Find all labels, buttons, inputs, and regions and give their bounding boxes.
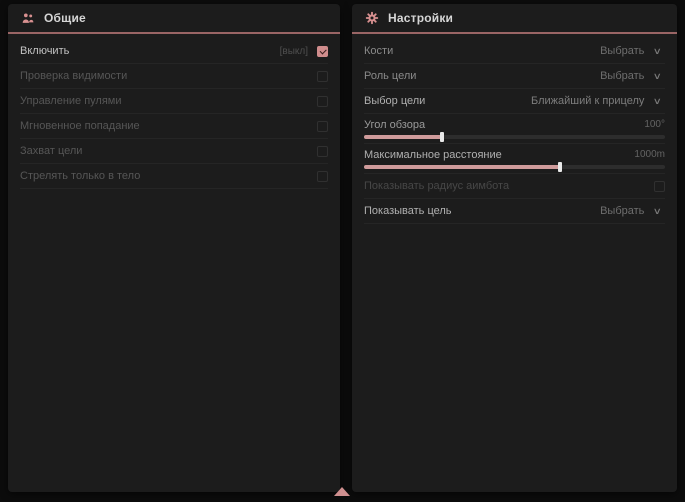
panel-settings-title: Настройки [388,11,453,25]
row-enable-checkbox[interactable] [317,46,328,57]
panel-settings-header: Настройки [352,4,677,34]
panel-general-title: Общие [44,11,86,25]
panel-general-body: Включить [выкл] Проверка видимости Управ… [8,34,340,189]
row-bullet-control[interactable]: Управление пулями [20,89,328,114]
row-show-target-dropdown[interactable]: Выбрать ∨ [596,202,665,220]
row-fov-label: Угол обзора [364,119,425,131]
max-distance-slider-fill [364,165,560,169]
row-body-only-checkbox[interactable] [317,171,328,182]
gear-icon [365,11,379,25]
row-show-aimbot-radius-checkbox[interactable] [654,181,665,192]
row-instant-hit-checkbox[interactable] [317,121,328,132]
panel-settings: Настройки Кости Выбрать ∨ Роль цели Выбр… [352,4,677,492]
row-bullet-control-checkbox[interactable] [317,96,328,107]
row-instant-hit-label: Мгновенное попадание [20,120,140,132]
row-target-select-label: Выбор цели [364,95,425,107]
row-show-target-dropdown-value: Выбрать [600,205,644,217]
row-enable-keybind-tag: [выкл] [280,46,308,57]
row-instant-hit[interactable]: Мгновенное попадание [20,114,328,139]
row-target-role: Роль цели Выбрать ∨ [364,64,665,89]
fov-slider-handle[interactable] [440,132,444,142]
panel-settings-body: Кости Выбрать ∨ Роль цели Выбрать ∨ Выбо… [352,34,677,224]
row-body-only[interactable]: Стрелять только в тело [20,164,328,189]
row-target-select-dropdown[interactable]: Ближайший к прицелу ∨ [527,92,665,110]
row-bullet-control-label: Управление пулями [20,95,122,107]
row-target-lock-checkbox[interactable] [317,146,328,157]
row-max-distance-value: 1000m [634,149,665,160]
row-fov: Угол обзора 100° [364,114,665,144]
chevron-down-icon: ∨ [653,97,662,106]
chevron-down-icon: ∨ [653,47,662,56]
max-distance-slider[interactable] [364,165,665,169]
fov-slider-fill [364,135,442,139]
row-target-role-dropdown-value: Выбрать [600,70,644,82]
panel-general-header: Общие [8,4,340,34]
row-max-distance: Максимальное расстояние 1000m [364,144,665,174]
row-target-select-dropdown-value: Ближайший к прицелу [531,95,644,107]
row-bones-label: Кости [364,45,393,57]
max-distance-slider-handle[interactable] [558,162,562,172]
users-icon [21,12,35,25]
row-bones-dropdown[interactable]: Выбрать ∨ [596,42,665,60]
row-target-select: Выбор цели Ближайший к прицелу ∨ [364,89,665,114]
chevron-down-icon: ∨ [653,72,662,81]
row-bones-dropdown-value: Выбрать [600,45,644,57]
row-show-aimbot-radius-label: Показывать радиус аимбота [364,180,509,192]
chevron-down-icon: ∨ [653,207,662,216]
fov-slider[interactable] [364,135,665,139]
row-show-target: Показывать цель Выбрать ∨ [364,199,665,224]
row-fov-value: 100° [644,119,665,130]
cursor-icon [334,487,350,496]
row-visibility-check-checkbox[interactable] [317,71,328,82]
row-body-only-label: Стрелять только в тело [20,170,140,182]
row-max-distance-label: Максимальное расстояние [364,149,502,161]
row-show-target-label: Показывать цель [364,205,452,217]
row-target-lock-label: Захват цели [20,145,82,157]
panel-general: Общие Включить [выкл] Проверка видимости… [8,4,340,492]
row-visibility-check-label: Проверка видимости [20,70,127,82]
row-show-aimbot-radius[interactable]: Показывать радиус аимбота [364,174,665,199]
row-enable[interactable]: Включить [выкл] [20,39,328,64]
row-target-role-dropdown[interactable]: Выбрать ∨ [596,67,665,85]
row-enable-label: Включить [20,45,69,57]
row-target-lock[interactable]: Захват цели [20,139,328,164]
row-target-role-label: Роль цели [364,70,416,82]
row-bones: Кости Выбрать ∨ [364,39,665,64]
row-visibility-check[interactable]: Проверка видимости [20,64,328,89]
